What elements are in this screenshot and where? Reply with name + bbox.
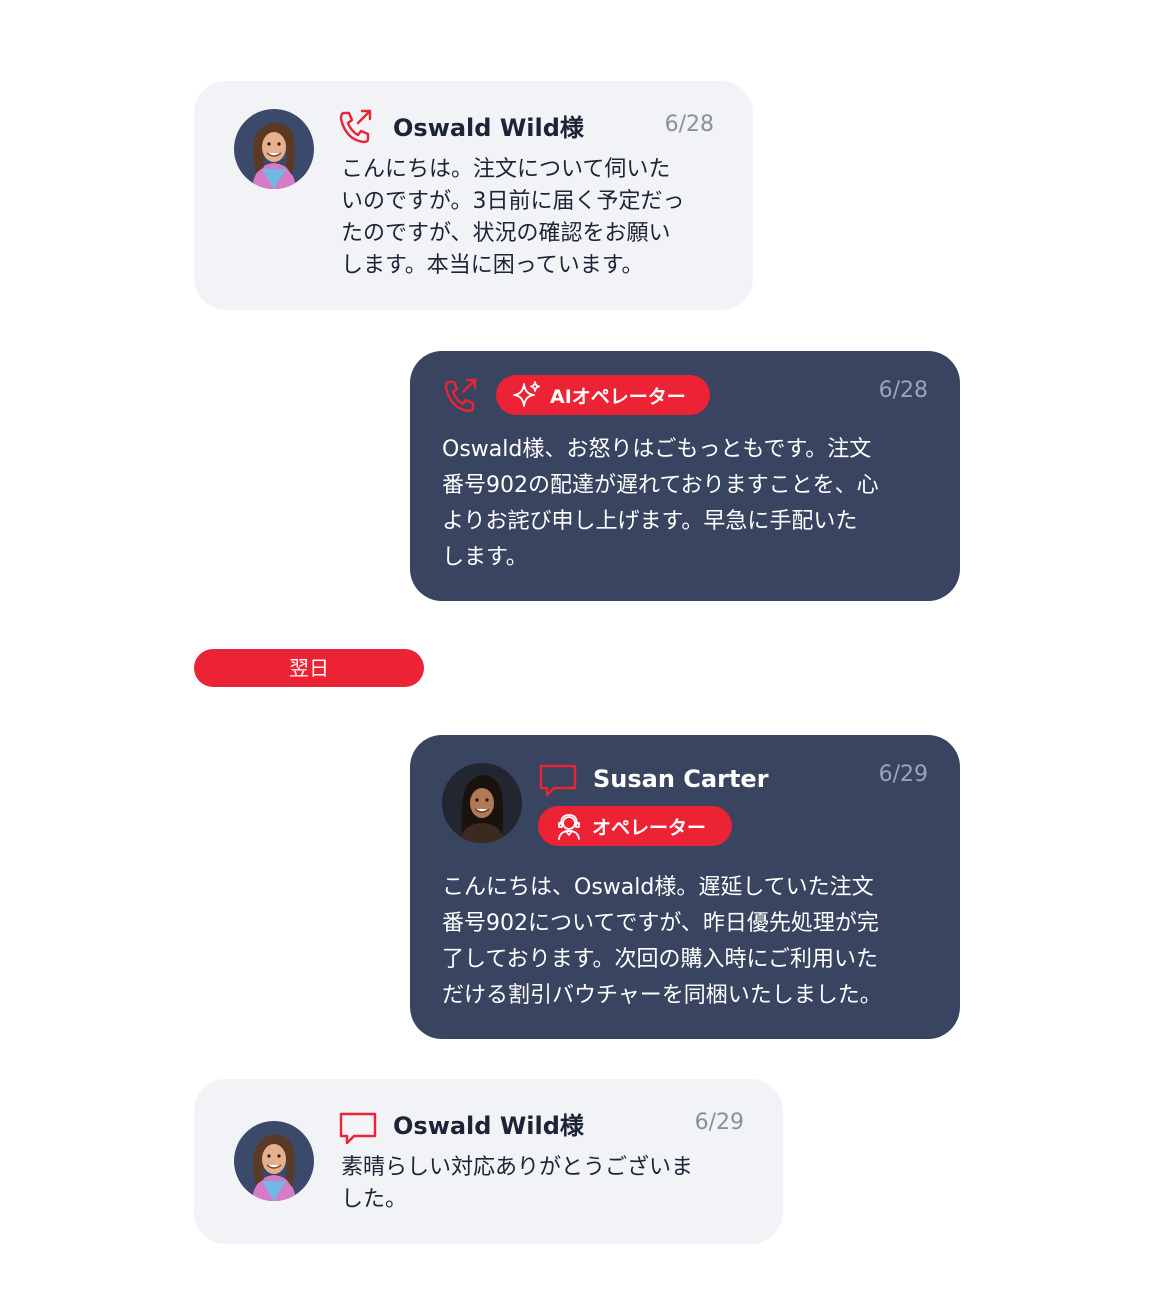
message-date: 6/28 <box>664 112 714 137</box>
avatar-oswald <box>234 109 314 189</box>
day-divider: 翌日 <box>194 649 424 687</box>
sender-name: Oswald Wild様 <box>393 1112 584 1140</box>
operator-headset-icon <box>558 814 580 840</box>
ai-operator-badge: AIオペレーター <box>496 375 710 415</box>
operator-badge: オペレーター <box>538 806 732 846</box>
message-bubble-ai-operator: AIオペレーター 6/28 Oswald様、お怒りはごもっともです。注文 番号9… <box>410 351 960 601</box>
phone-outgoing-icon <box>441 376 481 416</box>
sender-name: Oswald Wild様 <box>393 114 584 142</box>
message-bubble-customer: Oswald Wild様 6/29 素晴らしい対応ありがとうございま した。 <box>194 1079 783 1244</box>
chat-bubble-icon <box>338 1109 378 1149</box>
message-text: こんにちは。注文について伺いた いのですが。3日前に届く予定だっ たのですが、状… <box>341 157 685 278</box>
message-text: Oswald様、お怒りはごもっともです。注文 番号902の配達が遅れておりますこ… <box>442 437 879 570</box>
sender-name: Susan Carter <box>593 765 769 793</box>
avatar-susan <box>442 763 522 843</box>
message-date: 6/29 <box>878 762 928 787</box>
message-text: こんにちは、Oswald様。遅延していた注文 番号902についてですが、昨日優先… <box>442 875 882 1008</box>
message-bubble-customer: Oswald Wild様 6/28 こんにちは。注文について伺いた いのですが。… <box>194 81 753 310</box>
sparkle-icon <box>513 381 540 407</box>
message-bubble-operator: Susan Carter 6/29 オペレーター こんにちは、Oswald様。遅… <box>410 735 960 1039</box>
chat-bubble-icon <box>538 761 578 801</box>
phone-outgoing-icon <box>336 107 376 147</box>
avatar-oswald <box>234 1121 314 1201</box>
message-date: 6/28 <box>878 378 928 403</box>
message-date: 6/29 <box>694 1110 744 1135</box>
message-text: 素晴らしい対応ありがとうございま した。 <box>341 1155 694 1212</box>
